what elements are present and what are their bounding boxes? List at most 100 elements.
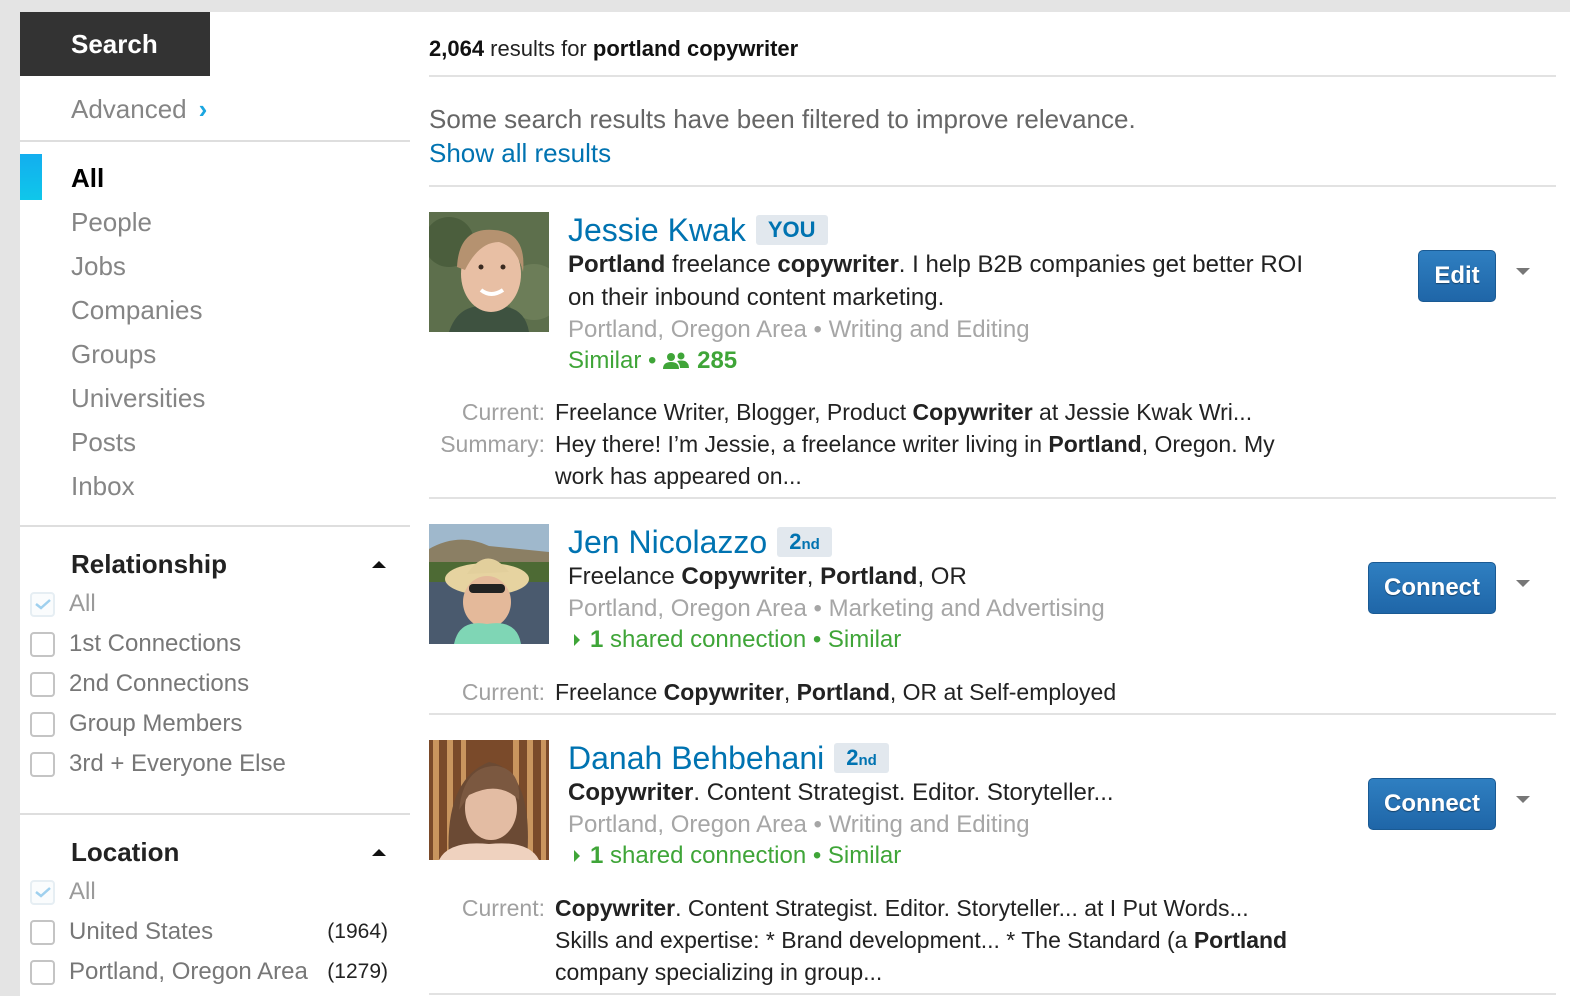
option-count: (1964)	[327, 920, 388, 943]
facet-title: Relationship	[71, 548, 228, 579]
connection-count[interactable]: 285	[697, 345, 737, 376]
nav-item-people[interactable]: People	[20, 200, 410, 244]
advanced-label: Advanced	[71, 94, 187, 124]
checkbox[interactable]	[30, 919, 55, 945]
checkbox[interactable]	[30, 671, 55, 697]
result-body: Danah Behbehani 2nd Copywriter. Content …	[568, 740, 1328, 871]
similar-link[interactable]: Similar	[828, 840, 901, 871]
facet-option-3rd-everyone[interactable]: 3rd + Everyone Else	[20, 744, 410, 784]
profile-headline: Copywriter. Content Strategist. Editor. …	[568, 779, 1114, 806]
nav-label: Companies	[71, 295, 203, 325]
option-label: All	[69, 878, 96, 905]
facet-option-1st-connections[interactable]: 1st Connections	[20, 624, 410, 664]
option-label: 3rd + Everyone Else	[69, 750, 286, 777]
connect-button[interactable]: Connect	[1368, 778, 1496, 830]
current-snippet: Current: Freelance Writer, Blogger, Prod…	[429, 396, 1329, 428]
facet-option-all[interactable]: All	[20, 872, 410, 912]
nav-item-universities[interactable]: Universities	[20, 376, 410, 420]
sidebar: Search Advanced › All People Jobs Compan…	[20, 12, 410, 996]
divider	[429, 713, 1556, 715]
relationship-facet: Relationship All 1st Connections 2nd Con…	[20, 544, 410, 784]
nav-item-inbox[interactable]: Inbox	[20, 464, 410, 508]
profile-photo[interactable]	[429, 212, 549, 332]
checkbox-checked[interactable]	[30, 591, 55, 617]
nav-item-companies[interactable]: Companies	[20, 288, 410, 332]
option-label: United States	[69, 918, 214, 945]
similar-link[interactable]: Similar	[828, 624, 901, 655]
profile-name-link[interactable]: Danah Behbehani	[568, 740, 824, 777]
nav-item-posts[interactable]: Posts	[20, 420, 410, 464]
checkbox[interactable]	[30, 959, 55, 985]
checkbox[interactable]	[30, 751, 55, 777]
facet-option-portland-oregon-area[interactable]: Portland, Oregon Area (1279)	[20, 952, 410, 992]
location-industry: Portland, Oregon Area • Writing and Edit…	[568, 811, 1030, 838]
facet-option-2nd-connections[interactable]: 2nd Connections	[20, 664, 410, 704]
results-count-line: 2,064 results for portland copywriter	[429, 36, 798, 62]
expand-triangle-icon[interactable]	[574, 633, 580, 646]
nav-item-all[interactable]: All	[20, 154, 410, 200]
more-actions-dropdown-icon[interactable]	[1516, 580, 1530, 587]
profile-name-link[interactable]: Jessie Kwak	[568, 212, 746, 249]
edit-button[interactable]: Edit	[1418, 250, 1496, 302]
you-badge: YOU	[755, 215, 828, 245]
collapse-caret-icon[interactable]	[372, 848, 386, 856]
shared-connections-line: 1 shared connection • Similar	[568, 840, 1328, 871]
page: Search Advanced › All People Jobs Compan…	[20, 12, 1570, 996]
connections-icon	[663, 352, 690, 370]
current-snippet: Current: Freelance Copywriter, Portland,…	[429, 676, 1329, 708]
facet-header[interactable]: Relationship	[20, 544, 410, 584]
connect-button[interactable]: Connect	[1368, 562, 1496, 614]
shared-connection-link[interactable]: 1 shared connection	[590, 840, 806, 871]
advanced-search-link[interactable]: Advanced ›	[71, 94, 207, 125]
checkbox[interactable]	[30, 711, 55, 737]
divider	[20, 140, 410, 142]
divider	[429, 497, 1556, 499]
shared-connection-link[interactable]: 1 shared connection	[590, 624, 806, 655]
facet-option-united-states[interactable]: United States (1964)	[20, 912, 410, 952]
divider	[429, 993, 1556, 995]
snippet-label: Current:	[461, 895, 545, 921]
location-industry: Portland, Oregon Area • Writing and Edit…	[568, 316, 1030, 343]
option-label: Group Members	[69, 710, 243, 737]
similar-link[interactable]: Similar	[568, 345, 641, 376]
show-all-results-link[interactable]: Show all results	[429, 138, 611, 169]
checkbox-checked[interactable]	[30, 879, 55, 905]
nav-item-jobs[interactable]: Jobs	[20, 244, 410, 288]
facet-header[interactable]: Location	[20, 832, 410, 872]
option-label: Portland, Oregon Area	[69, 958, 308, 985]
search-tab[interactable]: Search	[20, 12, 210, 76]
snippet-label: Summary:	[440, 431, 545, 457]
snippet-text: Hey there! I’m Jessie, a freelance write…	[555, 431, 1275, 489]
divider	[429, 75, 1556, 77]
degree-badge: 2nd	[834, 743, 889, 773]
profile-photo[interactable]	[429, 524, 549, 644]
expand-triangle-icon[interactable]	[574, 849, 580, 862]
more-actions-dropdown-icon[interactable]	[1516, 268, 1530, 275]
facet-title: Location	[71, 836, 180, 867]
profile-headline: Freelance Copywriter, Portland, OR	[568, 563, 967, 590]
snippet-label: Current:	[461, 679, 545, 705]
snippet-text: Freelance Copywriter, Portland, OR at Se…	[555, 679, 1117, 705]
profile-name-link[interactable]: Jen Nicolazzo	[568, 524, 767, 561]
active-indicator	[20, 154, 42, 200]
snippet-text: Freelance Writer, Blogger, Product Copyw…	[555, 399, 1253, 425]
nav-label: People	[71, 207, 152, 237]
location-text: Portland, Oregon Area	[568, 811, 807, 838]
nav-item-groups[interactable]: Groups	[20, 332, 410, 376]
option-count: (1279)	[327, 960, 388, 983]
nav-label: Posts	[71, 427, 137, 457]
option-label: All	[69, 590, 96, 617]
nav-label: Jobs	[71, 251, 126, 281]
shared-connections-line: 1 shared connection • Similar	[568, 624, 1328, 655]
divider	[20, 525, 410, 527]
checkbox[interactable]	[30, 631, 55, 657]
profile-photo[interactable]	[429, 740, 549, 860]
nav-label: Universities	[71, 383, 206, 413]
degree-badge: 2nd	[777, 527, 832, 557]
collapse-caret-icon[interactable]	[372, 560, 386, 568]
more-actions-dropdown-icon[interactable]	[1516, 796, 1530, 803]
facet-option-group-members[interactable]: Group Members	[20, 704, 410, 744]
result-body: Jessie Kwak YOU Portland freelance copyw…	[568, 212, 1328, 376]
facet-option-all[interactable]: All	[20, 584, 410, 624]
location-industry: Portland, Oregon Area • Marketing and Ad…	[568, 595, 1105, 622]
